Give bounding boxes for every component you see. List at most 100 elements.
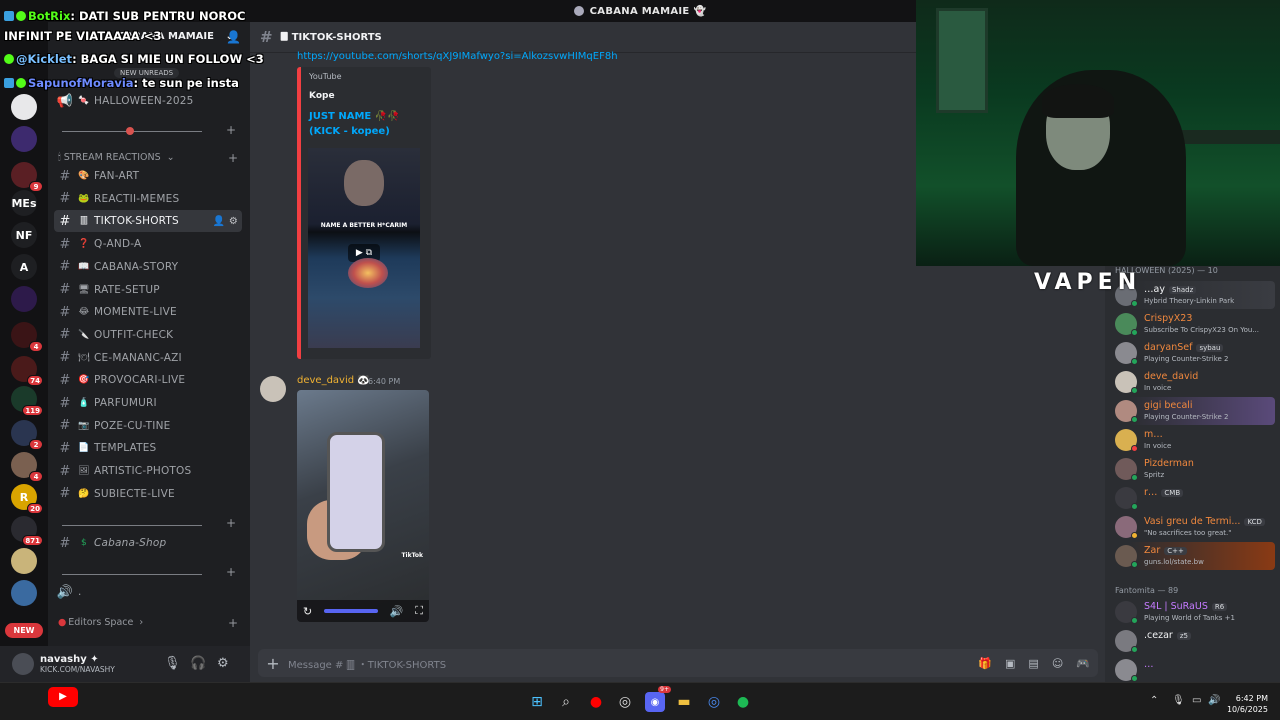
message-composer[interactable]: + Message # 🀫 ・TIKTOK-SHORTS 🎁 ▣ ▤ ☺ 🎮 <box>258 649 1098 677</box>
server-icon-7[interactable] <box>11 286 37 312</box>
member-item[interactable]: r… CMB <box>1113 484 1275 512</box>
channel-label: MOMENTE-LIVE <box>94 306 177 319</box>
gear-icon[interactable]: ⚙ <box>229 216 238 227</box>
member-item[interactable]: S4L | SuRaUS R6 Playing World of Tanks +1 <box>1113 598 1275 626</box>
server-icon-5[interactable]: NF <box>11 222 37 248</box>
message-avatar[interactable] <box>260 376 286 402</box>
clock[interactable]: 6:42 PM 10/6/2025 <box>1227 693 1268 715</box>
chevron-up-icon[interactable]: ⌃ <box>1150 695 1158 706</box>
file-explorer-icon[interactable]: ▬ <box>674 692 694 712</box>
display-icon[interactable]: ▭ <box>1192 695 1201 706</box>
member-item[interactable]: daryanSef sybau Playing Counter-Strike 2 <box>1113 339 1275 367</box>
channel-cabana-story[interactable]: # 📖 CABANA-STORY <box>54 256 242 278</box>
member-item[interactable]: m… In voice <box>1113 426 1275 454</box>
member-item[interactable]: .cezar z5 <box>1113 627 1275 655</box>
category-stream-reactions[interactable]: 🕯 STREAM REACTIONS ⌄ + <box>58 151 242 165</box>
member-item[interactable]: Vasi greu de Termi... KCD "No sacrifices t… <box>1113 513 1275 541</box>
avatar[interactable] <box>12 653 34 675</box>
server-icon-9[interactable]: 74 <box>11 356 43 386</box>
member-item[interactable]: CrispyX23 Subscribe To CrispyX23 On You..… <box>1113 310 1275 338</box>
spotify-icon[interactable]: ● <box>733 692 753 712</box>
member-item[interactable]: gigi becali Playing Counter-Strike 2 <box>1113 397 1275 425</box>
server-icon-11[interactable]: 2 <box>11 420 43 450</box>
gif-icon[interactable]: ▣ <box>1005 657 1015 670</box>
gift-icon[interactable]: 🎁 <box>978 657 992 670</box>
channel-outfit-check[interactable]: # 🔪 OUTFIT-CHECK <box>54 324 242 346</box>
channel-ce-mananc-azi[interactable]: # 🍽 CE-MANANC-AZI <box>54 347 242 369</box>
voice-channel[interactable]: 🔊 . <box>54 581 242 603</box>
server-icon-16[interactable] <box>11 580 37 606</box>
channel-provocari-live[interactable]: # 🎯 PROVOCARI-LIVE <box>54 369 242 391</box>
apps-icon[interactable]: 🎮 <box>1076 657 1090 670</box>
member-item[interactable]: Pizderman Spritz <box>1113 455 1275 483</box>
microphone-icon[interactable]: 🎙 <box>164 656 181 671</box>
channel-fan-art[interactable]: # 🎨 FAN-ART <box>54 165 242 187</box>
message-timestamp: 6:40 PM <box>368 377 401 386</box>
category-editors-space[interactable]: ● Editors Space › + <box>58 616 242 630</box>
server-icon-2[interactable] <box>11 126 37 152</box>
channel-rate-setup[interactable]: # 🖥 RATE-SETUP <box>54 279 242 301</box>
volume-icon[interactable]: 🔊 <box>390 605 404 618</box>
channel-subiecte-live[interactable]: # 🤔 SUBIECTE-LIVE <box>54 483 242 505</box>
channel-parfumuri[interactable]: # 🧴 PARFUMURI <box>54 392 242 414</box>
channel-tiktok-shorts[interactable]: # 🀫 TIKTOK-SHORTS 👤 ⚙ <box>54 210 242 233</box>
replay-icon[interactable]: ↻ <box>303 605 312 618</box>
invite-icon[interactable]: 👤 <box>213 216 226 227</box>
member-item[interactable]: Zar C++ guns.lol/state.bw <box>1113 542 1275 570</box>
channel-q-and-a[interactable]: # ❓ Q-AND-A <box>54 233 242 255</box>
video-attachment[interactable]: TikTok ↻ 🔊 ⛶ <box>297 390 429 622</box>
add-channel-icon[interactable]: + <box>228 616 238 630</box>
member-item[interactable]: deve_david In voice <box>1113 368 1275 396</box>
channel-poze-cu-tine[interactable]: # 📷 POZE-CU-TINE <box>54 415 242 437</box>
member-item[interactable]: … <box>1113 656 1275 684</box>
sticker-icon[interactable]: ▤ <box>1028 657 1038 670</box>
server-icon-6[interactable]: A <box>11 254 37 280</box>
video-thumbnail[interactable]: NAME A BETTER H*CARIM ▶ ⧉ <box>308 148 420 348</box>
server-icon-10[interactable]: 119 <box>11 386 43 416</box>
mic-tray-icon[interactable]: 🎙 <box>1172 695 1185 706</box>
emoji-icon[interactable]: ☺ <box>1052 657 1063 670</box>
headphones-icon[interactable]: 🎧 <box>190 656 206 671</box>
channel-label: Q-AND-A <box>94 238 142 251</box>
hash-icon: # <box>59 236 71 252</box>
server-icon-14[interactable]: 871 <box>11 516 43 546</box>
volume-icon[interactable]: 🔊 <box>1208 695 1220 706</box>
separator <box>62 574 202 575</box>
add-channel-icon[interactable]: + <box>228 151 238 165</box>
youtube-music-icon[interactable]: ● <box>586 692 606 712</box>
new-pill[interactable]: NEW <box>5 623 43 638</box>
channel-momente-live[interactable]: # 😂 MOMENTE-LIVE <box>54 301 242 323</box>
channel-cabana-shop[interactable]: # $ Cabana-Shop <box>54 532 242 554</box>
channel-reactii-memes[interactable]: # 🐸 REACTII-MEMES <box>54 188 242 210</box>
chrome-alt-icon[interactable]: ◎ <box>704 692 724 712</box>
server-icon-1[interactable] <box>11 94 37 120</box>
fullscreen-icon[interactable]: ⛶ <box>415 604 423 618</box>
chrome-icon[interactable]: ◎ <box>615 692 635 712</box>
channel-templates[interactable]: # 📄 TEMPLATES <box>54 437 242 459</box>
message-link[interactable]: https://youtube.com/shorts/qXJ9IMafwyo?s… <box>297 51 618 62</box>
windows-start-icon[interactable]: ⊞ <box>527 692 547 712</box>
server-icon-12[interactable]: 4 <box>11 452 43 482</box>
add-category-icon[interactable]: + <box>226 516 236 530</box>
server-icon-13[interactable]: R 20 <box>11 484 43 514</box>
add-category-icon[interactable]: + <box>226 565 236 579</box>
message-author[interactable]: deve_david 🐼 <box>297 375 370 386</box>
embed-title[interactable]: JUST NAME 🥀🥀 (KICK - kopee) <box>309 109 429 139</box>
server-icon-3[interactable]: 9 <box>11 162 43 192</box>
category-label: STREAM REACTIONS <box>63 152 161 163</box>
candy-icon: 🍬 <box>78 96 90 106</box>
youtube-icon[interactable]: ▶ <box>48 687 78 707</box>
member-tag: C++ <box>1164 547 1187 555</box>
progress-bar[interactable] <box>324 609 378 613</box>
composer-placeholder[interactable]: Message # 🀫 ・TIKTOK-SHORTS <box>288 656 446 671</box>
discord-icon[interactable]: ◉ 9+ <box>645 686 671 712</box>
add-category-icon[interactable]: + <box>226 123 236 137</box>
server-icon-4[interactable]: MEs <box>11 190 37 216</box>
channel-artistic-photos[interactable]: # 🖼 ARTISTIC-PHOTOS <box>54 460 242 482</box>
embed-author[interactable]: Kope <box>309 91 335 101</box>
add-attachment-icon[interactable]: + <box>258 654 288 673</box>
search-icon[interactable]: ⌕ <box>556 692 576 712</box>
server-icon-8[interactable]: 4 <box>11 322 43 352</box>
settings-icon[interactable]: ⚙ <box>217 656 229 671</box>
server-icon-15[interactable] <box>11 548 37 574</box>
